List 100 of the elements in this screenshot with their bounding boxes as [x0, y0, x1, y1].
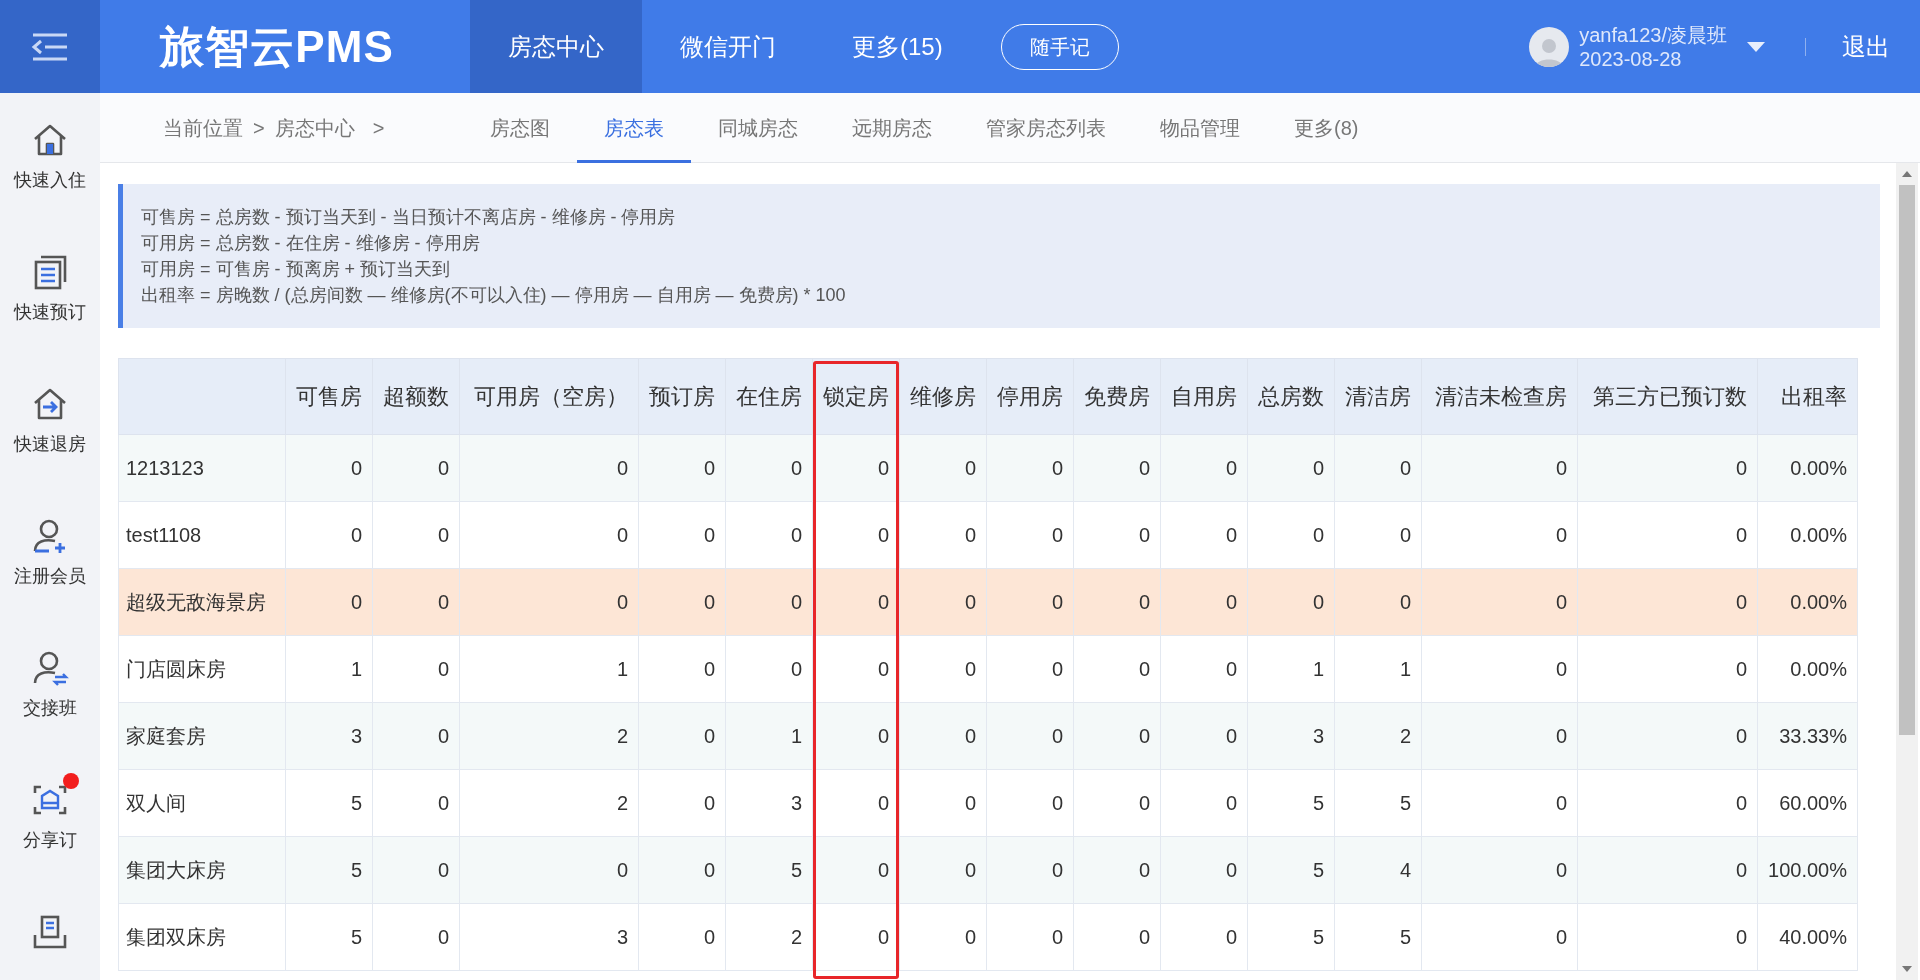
- sidebar-item[interactable]: 交接班: [0, 639, 100, 771]
- table-cell: 2: [459, 702, 639, 770]
- table-cell: 0: [986, 501, 1074, 569]
- table-row[interactable]: 超级无敌海景房 0 0 0 0 0 0 0 0 0 0 0 0 0 0 0.00%: [118, 568, 1858, 636]
- subnav-tab[interactable]: 管家房态列表: [959, 92, 1133, 163]
- column-header: 可用房（空房）: [459, 358, 639, 435]
- column-header: 停用房: [986, 358, 1074, 435]
- scrollbar[interactable]: [1896, 163, 1918, 980]
- table-cell: 0: [725, 501, 813, 569]
- table-cell: 0: [1421, 635, 1578, 703]
- subnav-tab[interactable]: 更多(8): [1267, 92, 1386, 163]
- table-cell: 1: [459, 635, 639, 703]
- table-cell: 2: [725, 903, 813, 971]
- nav-tab[interactable]: 更多(15): [814, 0, 981, 93]
- subnav-tab[interactable]: 房态图: [463, 92, 577, 163]
- table-cell: 0: [372, 702, 460, 770]
- table-cell: 0: [459, 501, 639, 569]
- scroll-up-arrow-icon[interactable]: [1902, 171, 1912, 177]
- breadcrumb-separator: >: [253, 115, 265, 141]
- breadcrumb-link[interactable]: 房态中心: [274, 112, 355, 143]
- table-cell: 0: [899, 501, 987, 569]
- table-cell: 0: [725, 434, 813, 502]
- table-row[interactable]: 门店圆床房 1 0 1 0 0 0 0 0 0 0 1 1 0 0 0.00%: [118, 635, 1858, 703]
- nav-tab[interactable]: 微信开门: [642, 0, 814, 93]
- table-row[interactable]: 1213123 0 0 0 0 0 0 0 0 0 0 0 0 0 0 0.00%: [118, 434, 1858, 502]
- table-cell: 5: [1334, 903, 1422, 971]
- table-cell: 0: [1073, 702, 1161, 770]
- formula-text: 可用房 = 可售房 - 预离房 + 预订当天到: [141, 258, 452, 281]
- sidebar-item[interactable]: 快速入住: [0, 111, 100, 243]
- nav-tab[interactable]: 房态中心: [470, 0, 642, 93]
- table-cell: 5: [285, 769, 373, 837]
- sidebar-item[interactable]: 分享订: [0, 771, 100, 903]
- table-cell: 0: [1421, 568, 1578, 636]
- table-cell: 0: [1247, 501, 1335, 569]
- table-row[interactable]: test1108 0 0 0 0 0 0 0 0 0 0 0 0 0 0 0.00%: [118, 501, 1858, 569]
- menu-icon: [31, 31, 69, 62]
- table-row[interactable]: 家庭套房 3 0 2 0 1 0 0 0 0 0 3 2 0 0 33.33%: [118, 702, 1858, 770]
- scroll-down-arrow-icon[interactable]: [1902, 966, 1912, 972]
- table-cell: 0: [1577, 568, 1758, 636]
- caret-down-icon[interactable]: [1747, 41, 1765, 52]
- table-cell: 0: [1073, 568, 1161, 636]
- table-row[interactable]: 集团大床房 5 0 0 0 5 0 0 0 0 0 5 4 0 0 100.00%: [118, 836, 1858, 904]
- table-cell: 0: [899, 769, 987, 837]
- subnav-tab[interactable]: 同城房态: [691, 92, 825, 163]
- sidebar-item[interactable]: 注册会员: [0, 507, 100, 639]
- table-cell: 0: [1160, 568, 1248, 636]
- table-cell: 0.00%: [1757, 501, 1858, 569]
- table-row[interactable]: 集团双床房 5 0 3 0 2 0 0 0 0 0 5 5 0 0 40.00%: [118, 903, 1858, 971]
- table-cell: 0: [1073, 836, 1161, 904]
- table-cell: 5: [1247, 903, 1335, 971]
- room-type-cell: 集团双床房: [118, 903, 286, 971]
- room-type-cell: 双人间: [118, 769, 286, 837]
- column-header: 清洁未检查房: [1421, 358, 1578, 435]
- scrollbar-thumb[interactable]: [1899, 185, 1915, 735]
- table-cell: 0: [638, 702, 726, 770]
- table-cell: 0: [638, 635, 726, 703]
- room-type-cell: 集团大床房: [118, 836, 286, 904]
- formula-text: 出租率 = 房晚数 / (总房间数 — 维修房(不可以入住) — 停用房 — 自用房 — 免费房) * 100: [141, 284, 847, 307]
- logout-link[interactable]: 退出: [1842, 28, 1890, 65]
- table-cell: 0: [1577, 702, 1758, 770]
- column-header: 清洁房: [1334, 358, 1422, 435]
- column-header: 锁定房: [812, 358, 900, 435]
- table-cell: 0: [638, 836, 726, 904]
- table-cell: 2: [1334, 702, 1422, 770]
- sidebar-item[interactable]: 快速退房: [0, 375, 100, 507]
- table-cell: 3: [285, 702, 373, 770]
- table-cell: 1: [1334, 635, 1422, 703]
- table-cell: 0: [1073, 501, 1161, 569]
- room-type-cell: test1108: [118, 501, 286, 569]
- subnav-tab[interactable]: 物品管理: [1133, 92, 1267, 163]
- column-header: 总房数: [1247, 358, 1335, 435]
- table-cell: 0: [986, 702, 1074, 770]
- table-cell: 0: [1577, 903, 1758, 971]
- subnav-tab[interactable]: 远期房态: [825, 92, 959, 163]
- sidebar-item[interactable]: 快速预订: [0, 243, 100, 375]
- table-cell: 0: [459, 836, 639, 904]
- table-cell: 1: [725, 702, 813, 770]
- subnav-tab[interactable]: 房态表: [577, 92, 691, 163]
- table-cell: 0.00%: [1757, 434, 1858, 502]
- app-logo: 旅智云PMS: [160, 20, 395, 73]
- column-header: 免费房: [1073, 358, 1161, 435]
- table-row[interactable]: 双人间 5 0 2 0 3 0 0 0 0 0 5 5 0 0 60.00%: [118, 769, 1858, 837]
- table-cell: 0: [1247, 434, 1335, 502]
- user-swap-icon: [31, 649, 69, 687]
- table-cell: 0: [372, 434, 460, 502]
- table-cell: 5: [1247, 769, 1335, 837]
- formula-text: 可售房 = 总房数 - 预订当天到 - 当日预计不离店房 - 维修房 - 停用房: [141, 206, 677, 229]
- table-cell: 33.33%: [1757, 702, 1858, 770]
- table-cell: 0: [986, 635, 1074, 703]
- formula-text: 可用房 = 总房数 - 在住房 - 维修房 - 停用房: [141, 232, 481, 255]
- menu-button[interactable]: [0, 0, 100, 93]
- table-cell: 0: [1421, 702, 1578, 770]
- table-cell: 0: [638, 903, 726, 971]
- table-cell: 0: [1577, 434, 1758, 502]
- table-cell: 0: [285, 501, 373, 569]
- column-header: 维修房: [899, 358, 987, 435]
- table-cell: 0: [372, 501, 460, 569]
- table-cell: 0: [1421, 903, 1578, 971]
- table-cell: 0: [899, 702, 987, 770]
- table-cell: 0: [1160, 635, 1248, 703]
